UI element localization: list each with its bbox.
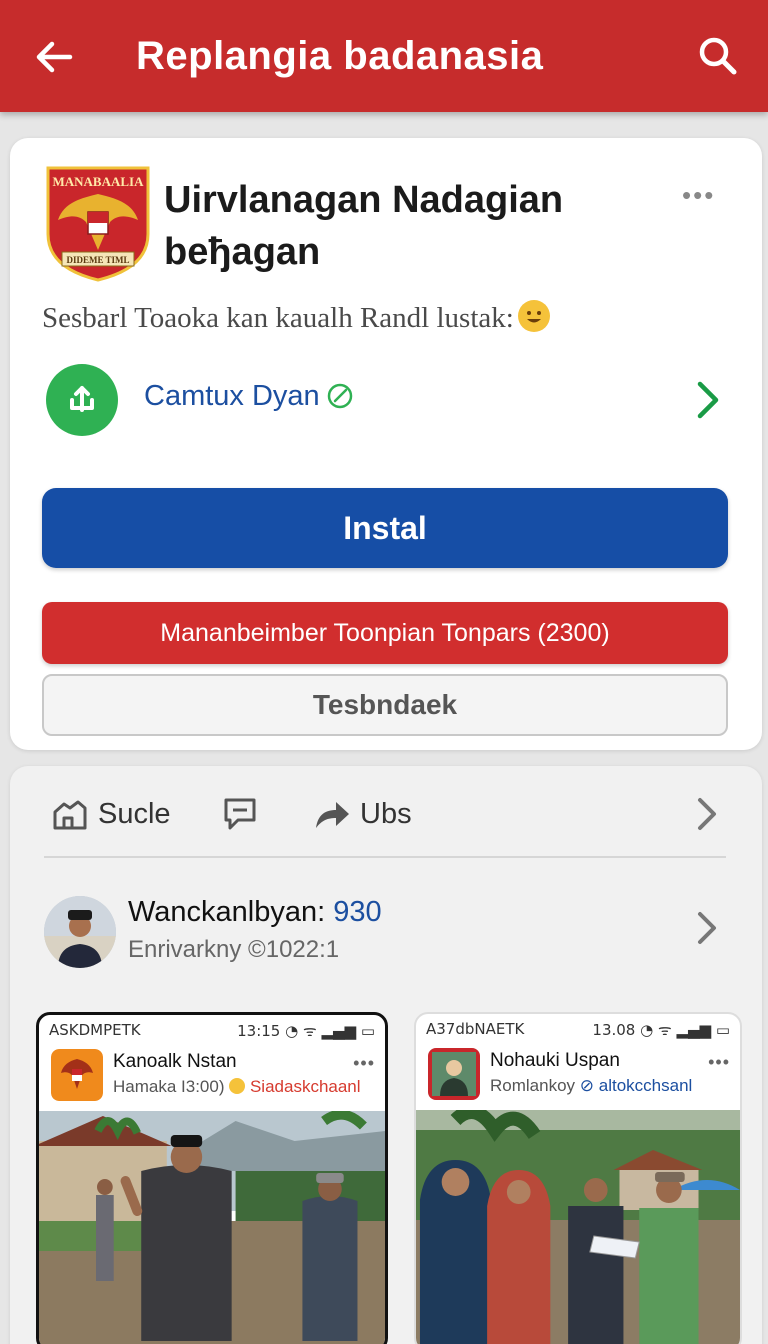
- status-right: 13.08 ◔ ᯤ ▂▄▆ ▭: [592, 1021, 730, 1039]
- mini-post-name: Nohauki Uspan: [490, 1050, 620, 1071]
- arrow-left-icon[interactable]: [30, 32, 80, 82]
- verified-icon: [327, 383, 352, 409]
- status-right: 13:15 ◔ ᯤ ▂▄▆ ▭: [237, 1022, 375, 1040]
- developer-name-text: Camtux Dyan: [144, 380, 320, 412]
- comment-icon: [224, 798, 256, 830]
- description-text: Sesbarl Toaoka kan kaualh Randl lustak:: [42, 302, 514, 334]
- app-logo: [51, 1049, 103, 1101]
- more-options-icon[interactable]: •••: [708, 1052, 730, 1073]
- app-bar: Replangia badanasia: [0, 0, 768, 112]
- status-time: 13.08: [592, 1021, 636, 1039]
- chevron-right-icon[interactable]: [692, 906, 722, 950]
- developer-name: Camtux Dyan: [144, 380, 354, 413]
- app-title: Uirvlanagan Nadagian beђagan: [164, 179, 564, 273]
- status-bar: A37dbNAETK 13.08 ◔ ᯤ ▂▄▆ ▭: [416, 1014, 740, 1042]
- app-info-card: MANABAALIA DIDEME TIML Uirvlanagan Nadag…: [10, 138, 762, 750]
- mini-sub-text: Romlankoy: [490, 1076, 576, 1095]
- status-bar: ASKDMPETK 13:15 ◔ ᯤ ▂▄▆ ▭: [39, 1015, 385, 1043]
- action-comment[interactable]: [220, 794, 268, 834]
- action-label: Sucle: [98, 797, 171, 830]
- mini-post-sub: Hamaka I3:00) Siadaskchaanl: [113, 1077, 361, 1097]
- post-author-name: Wanckanlbyan:: [128, 896, 326, 928]
- share-icon: [316, 802, 349, 828]
- post-meta: Enrivarkny ©1022:1: [128, 936, 340, 963]
- mini-post-name: Kanoalk Nstan: [113, 1051, 237, 1072]
- post-author-number: 930: [333, 896, 382, 928]
- community-photo: [416, 1110, 740, 1344]
- action-sucle[interactable]: Sucle: [50, 794, 171, 834]
- secondary-action-button[interactable]: Mananbeimber Toonpian Tonpars (2300): [42, 602, 728, 664]
- outline-button[interactable]: Tesbndaek: [42, 674, 728, 736]
- app-logo: [428, 1048, 480, 1100]
- village-photo: [39, 1111, 385, 1344]
- action-label: Ubs: [360, 797, 412, 830]
- search-icon[interactable]: [694, 32, 742, 80]
- screenshot-preview-1[interactable]: ASKDMPETK 13:15 ◔ ᯤ ▂▄▆ ▭ Kanoalk Nstan …: [36, 1012, 388, 1344]
- status-carrier: A37dbNAETK: [426, 1020, 525, 1038]
- home-icon: [53, 800, 87, 830]
- logo-text-top: MANABAALIA: [53, 174, 145, 189]
- mini-post-header: Kanoalk Nstan Hamaka I3:00) Siadaskchaan…: [39, 1045, 385, 1111]
- anchor-icon: [46, 364, 118, 436]
- screenshot-preview-2[interactable]: A37dbNAETK 13.08 ◔ ᯤ ▂▄▆ ▭ Nohauki Uspan…: [414, 1012, 742, 1344]
- mini-sub-accent: Siadaskchaanl: [249, 1077, 361, 1096]
- app-description: Sesbarl Toaoka kan kaualh Randl lustak:: [42, 300, 550, 335]
- smile-emoji-icon: [229, 1078, 246, 1094]
- feed-card: Sucle Ubs Wanckanlbyan: 930 Enrivarkny ©…: [10, 766, 762, 1344]
- status-time: 13:15: [237, 1022, 281, 1040]
- page-title: Replangia badanasia: [136, 34, 544, 78]
- install-button[interactable]: Instal: [42, 488, 728, 568]
- mini-sub-text: Hamaka I3:00): [113, 1077, 225, 1096]
- smile-emoji-icon: [517, 300, 550, 332]
- more-options-icon[interactable]: •••: [682, 180, 715, 211]
- verified-icon: ⊘: [579, 1076, 595, 1095]
- mini-sub-accent: altokcchsanl: [598, 1076, 693, 1095]
- app-logo: MANABAALIA DIDEME TIML: [46, 166, 150, 282]
- divider: [44, 856, 726, 858]
- post-author: Wanckanlbyan: 930: [128, 896, 382, 929]
- more-options-icon[interactable]: •••: [353, 1053, 375, 1074]
- chevron-right-icon[interactable]: [692, 792, 722, 836]
- mini-post-header: Nohauki Uspan Romlankoy ⊘ altokcchsanl •…: [416, 1044, 740, 1110]
- action-share[interactable]: Ubs: [312, 794, 412, 834]
- logo-text-bottom: DIDEME TIML: [66, 255, 129, 265]
- mini-post-sub: Romlankoy ⊘ altokcchsanl: [490, 1076, 692, 1096]
- avatar[interactable]: [44, 896, 116, 968]
- status-carrier: ASKDMPETK: [49, 1021, 141, 1039]
- developer-row[interactable]: Camtux Dyan: [46, 364, 726, 436]
- chevron-right-icon[interactable]: [690, 376, 726, 424]
